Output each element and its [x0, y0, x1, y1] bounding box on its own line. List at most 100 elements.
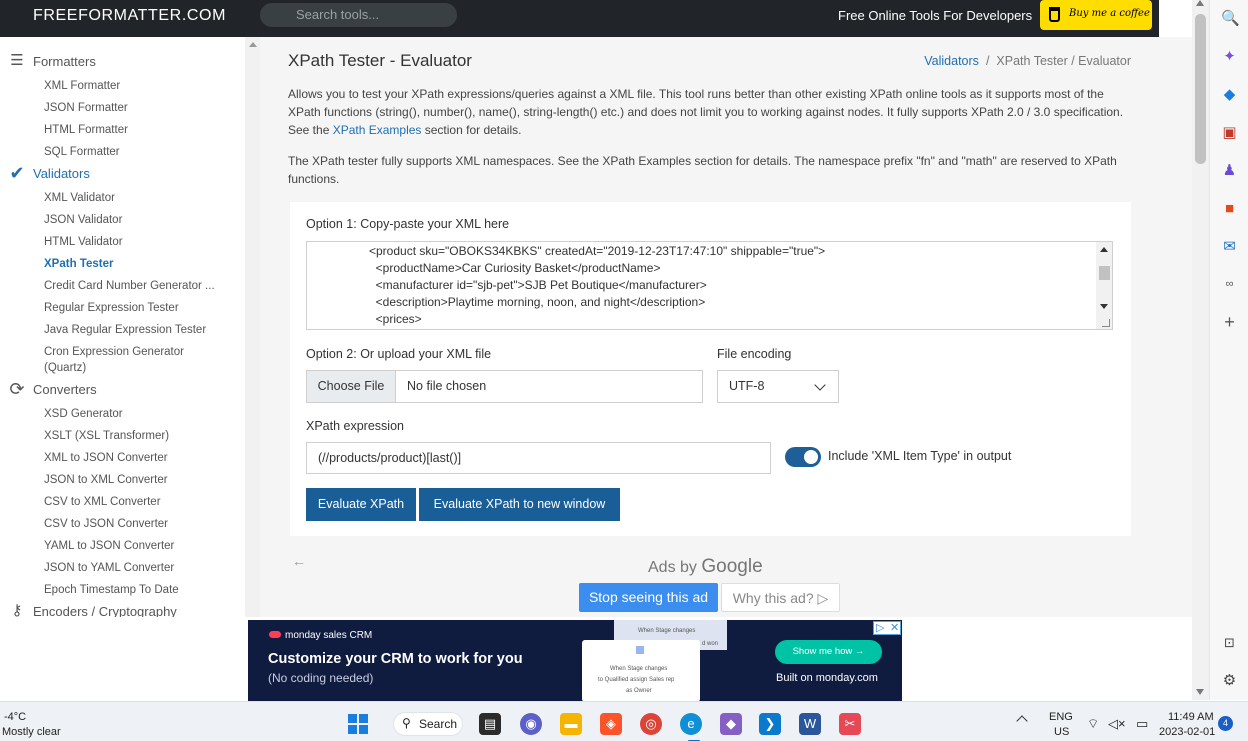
nav-item-xsd-generator[interactable]: XSD Generator — [44, 406, 229, 422]
tools-icon[interactable]: ▣ — [1221, 124, 1238, 141]
page-scrollbar[interactable] — [1192, 0, 1209, 700]
xml-scroll-thumb[interactable] — [1099, 266, 1110, 280]
include-xml-item-type-toggle[interactable] — [785, 447, 821, 467]
xml-scrollbar[interactable] — [1096, 242, 1112, 329]
xml-scroll-down-icon[interactable] — [1100, 304, 1108, 309]
settings-gear-icon[interactable]: ⚙ — [1221, 672, 1238, 689]
nav-item-xml-to-json[interactable]: XML to JSON Converter — [44, 450, 229, 466]
vs-code-icon[interactable]: ❯ — [759, 713, 781, 735]
nav-item-html-validator[interactable]: HTML Validator — [44, 234, 229, 250]
ad-choices-close[interactable]: ▷ ✕ — [873, 621, 901, 635]
card-line-2: to Qualified assign Sales rep — [598, 677, 675, 683]
why-this-ad-button[interactable]: Why this ad? ▷ — [721, 583, 840, 612]
nav-section-validators[interactable]: Validators — [33, 166, 90, 181]
weather-condition[interactable]: Mostly clear — [2, 726, 61, 738]
page-scroll-thumb[interactable] — [1195, 14, 1206, 164]
task-view-icon[interactable]: ▤ — [479, 713, 501, 735]
show-me-how-button[interactable]: Show me how → — [775, 640, 882, 664]
region-indicator[interactable]: US — [1054, 726, 1069, 738]
ad-choices-icon[interactable]: ▷ — [876, 621, 884, 634]
windows-start-icon[interactable] — [348, 714, 368, 734]
site-logo[interactable]: FREEFORMATTER.COM — [33, 7, 226, 25]
nav-item-json-formatter[interactable]: JSON Formatter — [44, 100, 229, 116]
xml-input-textarea[interactable]: <product sku="OBOKS34KBKS" createdAt="20… — [306, 241, 1113, 330]
nav-item-sql-formatter[interactable]: SQL Formatter — [44, 144, 229, 160]
file-status-text: No file chosen — [407, 379, 487, 393]
office-icon[interactable]: ■ — [1221, 200, 1238, 217]
nav-item-yaml-to-json[interactable]: YAML to JSON Converter — [44, 538, 229, 554]
link-icon[interactable]: ∞ — [1221, 276, 1238, 293]
visual-studio-icon[interactable]: ◆ — [720, 713, 742, 735]
copilot-icon[interactable]: ✦ — [1221, 48, 1238, 65]
nav-item-json-to-xml[interactable]: JSON to XML Converter — [44, 472, 229, 488]
scroll-up-arrow-icon[interactable] — [1196, 0, 1204, 6]
show-hidden-icons-chevron[interactable] — [1016, 715, 1028, 727]
file-encoding-select[interactable]: UTF-8 — [717, 370, 839, 403]
nav-item-epoch-timestamp[interactable]: Epoch Timestamp To Date — [44, 582, 229, 598]
file-encoding-label: File encoding — [717, 347, 792, 361]
taskbar-search[interactable]: ⚲ Search — [393, 712, 463, 736]
shopping-tag-icon[interactable]: ◆ — [1221, 86, 1238, 103]
nav-item-regex-tester[interactable]: Regular Expression Tester — [44, 300, 229, 316]
snipping-tool-icon[interactable]: ✂ — [839, 713, 861, 735]
weather-temperature[interactable]: -4°C — [4, 711, 26, 723]
nav-section-formatters[interactable]: Formatters — [33, 54, 96, 69]
notification-badge[interactable]: 4 — [1218, 716, 1233, 731]
nav-item-csv-to-json[interactable]: CSV to JSON Converter — [44, 516, 229, 532]
xpath-examples-link[interactable]: XPath Examples — [333, 123, 422, 137]
battery-icon[interactable]: ▭ — [1136, 716, 1148, 732]
brave-browser-icon[interactable]: ◈ — [600, 713, 622, 735]
nav-item-credit-card-generator[interactable]: Credit Card Number Generator ... — [44, 278, 229, 294]
clock-time[interactable]: 11:49 AM — [1168, 711, 1214, 723]
nav-scroll-up-icon[interactable] — [249, 42, 257, 47]
evaluate-xpath-button[interactable]: Evaluate XPath — [306, 488, 416, 521]
monday-crm-banner-ad[interactable]: monday sales CRM Customize your CRM to w… — [248, 620, 902, 701]
nav-item-csv-to-xml[interactable]: CSV to XML Converter — [44, 494, 229, 510]
nav-item-xml-validator[interactable]: XML Validator — [44, 190, 229, 206]
nav-item-java-regex-tester[interactable]: Java Regular Expression Tester — [44, 322, 229, 338]
nav-item-html-formatter[interactable]: HTML Formatter — [44, 122, 229, 138]
nav-item-json-to-yaml[interactable]: JSON to YAML Converter — [44, 560, 229, 576]
nav-item-xml-formatter[interactable]: XML Formatter — [44, 78, 229, 94]
edge-browser-icon[interactable]: e — [680, 713, 702, 735]
nav-section-converters[interactable]: Converters — [33, 382, 97, 397]
xml-scroll-up-icon[interactable] — [1100, 247, 1108, 252]
evaluate-xpath-new-window-button[interactable]: Evaluate XPath to new window — [419, 488, 620, 521]
add-icon[interactable]: + — [1221, 313, 1238, 331]
word-icon[interactable]: W — [799, 713, 821, 735]
nav-item-json-validator[interactable]: JSON Validator — [44, 212, 229, 228]
outlook-icon[interactable]: ✉ — [1221, 238, 1238, 255]
nav-item-xslt-transformer[interactable]: XSLT (XSL Transformer) — [44, 428, 229, 444]
resize-grip-icon[interactable] — [1102, 319, 1110, 327]
xpath-expression-input[interactable]: (//products/product)[last()] — [306, 442, 771, 474]
clock-date[interactable]: 2023-02-01 — [1159, 726, 1215, 738]
description-paragraph-1: Allows you to test your XPath expression… — [288, 85, 1138, 139]
nav-item-cron-generator[interactable]: Cron Expression Generator (Quartz) — [44, 344, 204, 376]
scroll-down-arrow-icon[interactable] — [1196, 689, 1204, 695]
file-upload-input[interactable]: Choose File No file chosen — [306, 370, 703, 403]
ad-feedback-area: ← Ads by Google Stop seeing this ad Why … — [290, 552, 1131, 617]
edge-search-icon[interactable]: 🔍 — [1221, 10, 1240, 27]
sidebar-toggle-icon[interactable]: ⊡ — [1221, 634, 1238, 651]
nav-scrollbar[interactable] — [245, 37, 260, 617]
stop-seeing-this-ad-button[interactable]: Stop seeing this ad — [579, 583, 718, 612]
back-arrow-icon[interactable]: ← — [292, 553, 306, 569]
card-square-icon — [636, 646, 644, 654]
breadcrumb-validators-link[interactable]: Validators — [924, 54, 979, 68]
file-explorer-icon[interactable]: ▬ — [560, 713, 582, 735]
choose-file-button[interactable]: Choose File — [307, 371, 396, 402]
left-navigation: ☰ Formatters XML Formatter JSON Formatte… — [0, 37, 245, 617]
wifi-icon[interactable]: ⌔ — [1087, 716, 1099, 732]
buy-me-a-coffee-button[interactable]: Buy me a coffee — [1040, 0, 1152, 30]
chrome-icon[interactable]: ◎ — [640, 713, 662, 735]
chevron-down-icon — [814, 379, 826, 391]
search-tools-input[interactable]: Search tools... — [260, 3, 457, 27]
close-icon[interactable]: ✕ — [890, 621, 899, 634]
games-icon[interactable]: ♟ — [1221, 162, 1238, 179]
encoders-key-icon: ⚷ — [11, 602, 23, 618]
nav-item-xpath-tester[interactable]: XPath Tester — [44, 256, 229, 272]
nav-section-encoders[interactable]: Encoders / Cryptography — [33, 604, 177, 617]
volume-muted-icon[interactable]: ◁× — [1108, 716, 1126, 732]
language-indicator[interactable]: ENG — [1049, 711, 1073, 723]
teams-chat-icon[interactable]: ◉ — [520, 713, 542, 735]
